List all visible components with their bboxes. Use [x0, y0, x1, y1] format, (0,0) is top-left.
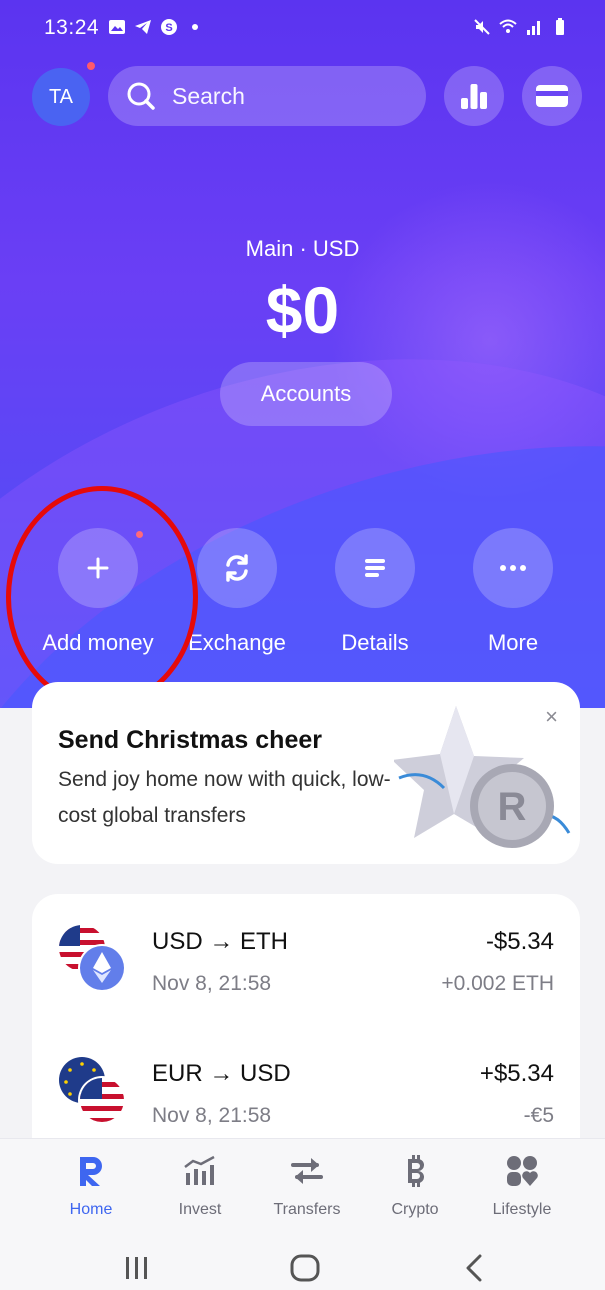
recents-icon[interactable] [124, 1256, 150, 1280]
home-icon[interactable] [290, 1254, 320, 1282]
back-icon[interactable] [464, 1254, 484, 1282]
highlight-annotation [6, 486, 198, 708]
system-nav-bar [0, 1230, 605, 1290]
mute-icon [474, 19, 490, 35]
more-button[interactable]: More [443, 528, 583, 656]
accounts-label: Accounts [260, 381, 352, 406]
exchange-icon [226, 554, 248, 582]
details-label: Details [341, 630, 409, 655]
usd-eth-icon [58, 924, 126, 992]
promo-card[interactable]: Send Christmas cheer Send joy home now w… [32, 682, 580, 864]
nav-transfers-label: Transfers [273, 1201, 341, 1218]
eur-usd-icon [58, 1056, 126, 1124]
nav-invest-label: Invest [178, 1201, 222, 1218]
status-bar: 13:24 S [0, 0, 605, 58]
search-bar[interactable]: Search [108, 66, 426, 126]
skype-icon: S [161, 19, 177, 35]
invest-icon [184, 1155, 215, 1185]
transaction-amount: -$5.34 [485, 928, 554, 955]
transaction-title: USD → ETH [152, 928, 289, 955]
status-time: 13:24 [44, 16, 100, 39]
transaction-sub-amount: +0.002 ETH [441, 972, 554, 995]
transaction-amount: +$5.34 [479, 1060, 554, 1087]
transaction-row[interactable]: USD → ETH Nov 8, 21:58 -$5.34 +0.002 ETH [32, 898, 580, 1008]
details-icon [365, 559, 385, 577]
accounts-button[interactable]: Accounts [220, 362, 392, 426]
revolut-home-icon [80, 1157, 102, 1186]
analytics-button[interactable] [444, 66, 504, 126]
notification-dot [87, 62, 95, 70]
promo-title: Send Christmas cheer [58, 726, 322, 754]
close-icon[interactable]: × [545, 704, 558, 730]
nav-transfers[interactable]: Transfers [252, 1153, 362, 1219]
nav-home-label: Home [69, 1201, 113, 1218]
avatar-initials: TA [48, 85, 74, 108]
card-icon [536, 85, 568, 107]
gallery-icon [109, 20, 125, 34]
details-button[interactable]: Details [305, 528, 445, 656]
transactions-card: USD → ETH Nov 8, 21:58 -$5.34 +0.002 ETH [32, 894, 580, 1154]
cards-button[interactable] [522, 66, 582, 126]
account-caption: Main · USD [245, 236, 360, 261]
transaction-date: Nov 8, 21:58 [152, 1104, 272, 1127]
lifestyle-icon [507, 1156, 538, 1186]
nav-invest[interactable]: Invest [145, 1153, 255, 1219]
more-label: More [487, 630, 539, 655]
telegram-icon [135, 20, 151, 34]
dot-icon [192, 24, 198, 30]
avatar[interactable]: TA [32, 68, 90, 126]
battery-icon [556, 18, 564, 35]
svg-text:S: S [165, 22, 172, 34]
balance-amount: $0 [265, 273, 340, 347]
wifi-icon [499, 19, 517, 33]
svg-text:R: R [498, 785, 527, 829]
nav-crypto-label: Crypto [391, 1201, 439, 1218]
bitcoin-icon [408, 1155, 424, 1187]
transfers-icon [291, 1158, 323, 1184]
bar-chart-icon [461, 84, 487, 109]
bottom-nav: Home Invest Transfers Crypto Lifestyle [0, 1138, 605, 1230]
nav-lifestyle-label: Lifestyle [492, 1201, 552, 1218]
transaction-sub-amount: -€5 [523, 1104, 554, 1127]
nav-crypto[interactable]: Crypto [360, 1153, 470, 1219]
search-placeholder: Search [172, 82, 245, 109]
promo-text: Send joy home now with quick, low-cost g… [58, 768, 391, 827]
transaction-title: EUR → USD [152, 1060, 291, 1087]
nav-lifestyle[interactable]: Lifestyle [467, 1153, 577, 1219]
transaction-row[interactable]: EUR → USD Nov 8, 21:58 +$5.34 -€5 [32, 1030, 580, 1140]
search-icon [127, 82, 155, 110]
nav-home[interactable]: Home [36, 1153, 146, 1219]
signal-icon [527, 21, 540, 35]
transaction-date: Nov 8, 21:58 [152, 972, 272, 995]
more-icon [500, 565, 526, 571]
